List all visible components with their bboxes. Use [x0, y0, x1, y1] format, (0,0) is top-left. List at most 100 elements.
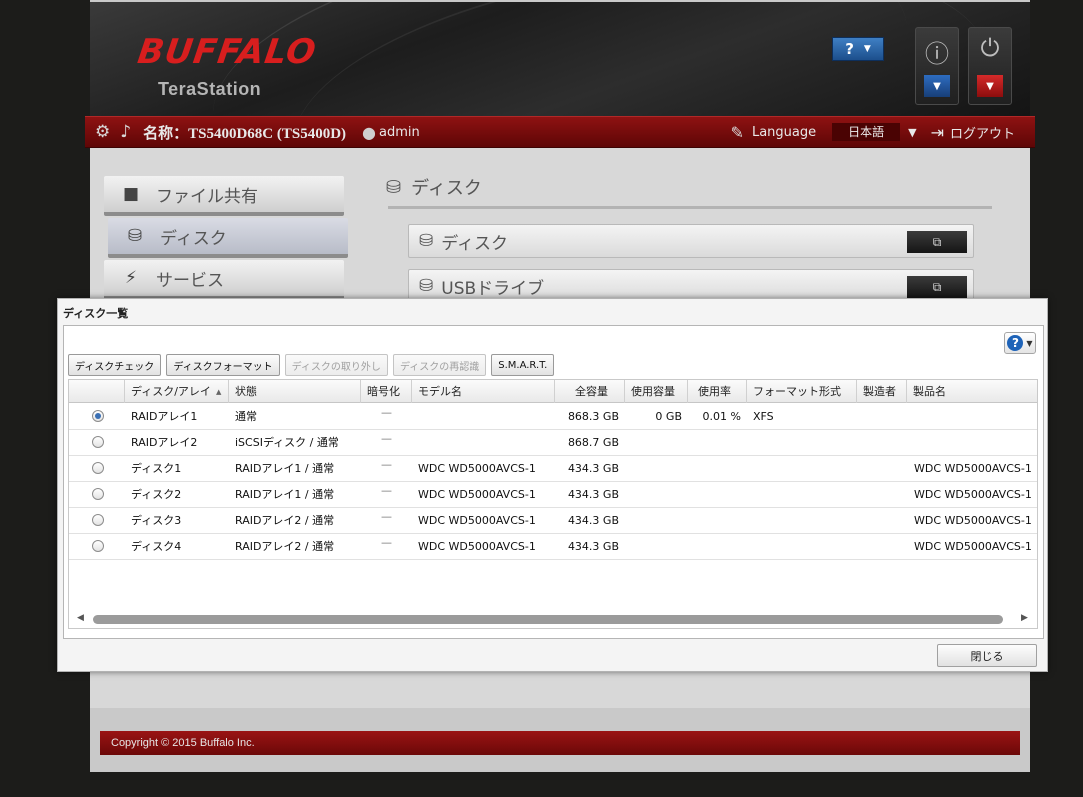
- close-button[interactable]: 閉じる: [937, 644, 1037, 667]
- cell-model: WDC WD5000AVCS-1: [418, 462, 536, 475]
- table-row[interactable]: ディスク2 RAIDアレイ1 / 通常 — WDC WD5000AVCS-1 4…: [69, 482, 1037, 508]
- cell-model: [418, 430, 555, 455]
- cell-name: ディスク4: [131, 540, 182, 553]
- sidebar-item-label: サービス: [156, 270, 224, 291]
- external-link-icon: ⧉: [932, 234, 942, 249]
- chevron-down-icon[interactable]: ▼: [977, 75, 1003, 97]
- column-header-maker[interactable]: 製造者: [857, 380, 907, 403]
- table-row[interactable]: ディスク4 RAIDアレイ2 / 通常 — WDC WD5000AVCS-1 4…: [69, 534, 1037, 560]
- scroll-right-icon[interactable]: ▶: [1021, 613, 1028, 623]
- cell-usage: [688, 456, 741, 481]
- disk-check-button[interactable]: ディスクチェック: [68, 354, 162, 376]
- column-header-encryption[interactable]: 暗号化: [361, 380, 412, 403]
- chevron-down-icon[interactable]: ▼: [924, 75, 950, 97]
- app-header: BUFFALO TeraStation ? ▼ ⓘ ▼ ⏻ ▼: [90, 2, 1030, 116]
- sidebar-item-file-share[interactable]: ■ ファイル共有: [104, 176, 344, 216]
- device-name: 名称：TS5400D68C (TS5400D): [143, 125, 347, 142]
- chevron-down-icon[interactable]: ▼: [908, 126, 916, 139]
- column-header-usage[interactable]: 使用率: [688, 380, 747, 403]
- row-radio-button[interactable]: [92, 410, 104, 422]
- help-button[interactable]: ? ▼: [1004, 332, 1036, 354]
- cell-maker: [863, 456, 907, 481]
- column-header-status[interactable]: 状態: [229, 380, 361, 403]
- sidebar-item-disk[interactable]: ⛁ ディスク: [108, 218, 348, 258]
- disk-remove-button[interactable]: ディスクの取り外し: [284, 354, 388, 376]
- logout-link[interactable]: ログアウト: [950, 123, 1015, 142]
- sort-ascending-icon: ▲: [215, 388, 222, 396]
- cell-capacity: 434.3 GB: [567, 488, 619, 501]
- cell-product: WDC WD5000AVCS-1: [914, 540, 1032, 553]
- cell-encryption: —: [381, 484, 392, 497]
- product-name: TeraStation: [158, 79, 262, 99]
- cell-maker: [863, 508, 907, 533]
- row-radio-button[interactable]: [92, 540, 104, 552]
- scrollbar-thumb[interactable]: [93, 615, 1003, 624]
- cell-maker: [863, 482, 907, 507]
- cell-used: [625, 430, 682, 455]
- help-icon: ?: [1007, 335, 1024, 351]
- row-radio-button[interactable]: [92, 514, 104, 526]
- disk-rescan-button[interactable]: ディスクの再認識: [392, 354, 487, 376]
- column-header-model[interactable]: モデル名: [412, 380, 555, 403]
- table-row[interactable]: ディスク3 RAIDアレイ2 / 通常 — WDC WD5000AVCS-1 4…: [69, 508, 1037, 534]
- cell-product: WDC WD5000AVCS-1: [914, 514, 1032, 527]
- column-header-used[interactable]: 使用容量: [625, 380, 688, 403]
- disk-format-button[interactable]: ディスクフォーマット: [166, 354, 280, 376]
- row-radio-button[interactable]: [92, 436, 104, 448]
- sidebar-item-label: ディスク: [160, 228, 227, 249]
- cell-name: ディスク3: [131, 514, 182, 527]
- cell-capacity: 868.3 GB: [567, 410, 619, 423]
- open-settings-button[interactable]: ⧉: [907, 231, 967, 253]
- scroll-left-icon[interactable]: ◀: [77, 613, 84, 623]
- cell-used: [625, 482, 682, 507]
- cell-model: WDC WD5000AVCS-1: [418, 540, 536, 553]
- cell-format: [753, 456, 857, 481]
- logout-icon[interactable]: ⇥: [931, 123, 944, 142]
- table-row[interactable]: RAIDアレイ1 通常 — 868.3 GB 0 GB 0.01 % XFS: [69, 404, 1037, 430]
- cell-maker: [863, 534, 907, 559]
- cell-usage: 0.01 %: [702, 410, 741, 423]
- gear-icon[interactable]: ⚙: [95, 122, 110, 142]
- column-header-name[interactable]: ディスク/アレイ ▲: [125, 380, 229, 403]
- cell-status: RAIDアレイ2 / 通常: [235, 514, 335, 527]
- cell-status: iSCSIディスク / 通常: [235, 436, 339, 449]
- smart-button[interactable]: S.M.A.R.T.: [491, 354, 555, 376]
- cell-capacity: 434.3 GB: [567, 540, 619, 553]
- cell-product: [914, 404, 1037, 429]
- horizontal-scrollbar[interactable]: ◀ ▶: [69, 611, 1037, 628]
- power-button[interactable]: ⏻ ▼: [968, 27, 1012, 105]
- database-icon: ⛁: [419, 231, 434, 251]
- cell-status: 通常: [235, 410, 257, 423]
- column-header-product[interactable]: 製品名: [907, 380, 1037, 403]
- column-header-format[interactable]: フォーマット形式: [747, 380, 857, 403]
- help-menu-button[interactable]: ? ▼: [832, 37, 884, 61]
- power-icon: ⏻: [980, 34, 1000, 62]
- user-menu[interactable]: ● admin: [362, 123, 420, 142]
- row-radio-button[interactable]: [92, 462, 104, 474]
- open-settings-button[interactable]: ⧉: [907, 276, 967, 298]
- user-name: admin: [379, 124, 420, 140]
- cell-format: XFS: [753, 410, 774, 423]
- row-radio-button[interactable]: [92, 488, 104, 500]
- cell-encryption: —: [381, 536, 392, 549]
- disk-table: ディスク/アレイ ▲ 状態 暗号化 モデル名 全容量 使用容量 使用率 フォーマッ…: [68, 379, 1038, 629]
- cell-format: [753, 482, 857, 507]
- cell-encryption: —: [381, 458, 392, 471]
- cell-model: WDC WD5000AVCS-1: [418, 514, 536, 527]
- language-label: Language: [751, 124, 817, 140]
- column-header-capacity[interactable]: 全容量: [555, 380, 625, 403]
- cell-status: RAIDアレイ2 / 通常: [235, 540, 335, 553]
- language-select[interactable]: 日本語: [832, 123, 901, 141]
- cell-usage: [688, 430, 741, 455]
- sidebar-item-service[interactable]: ⚡ サービス: [104, 260, 344, 300]
- table-row[interactable]: RAIDアレイ2 iSCSIディスク / 通常 — 868.7 GB: [69, 430, 1037, 456]
- cell-encryption: —: [381, 510, 392, 523]
- chevron-down-icon: ▼: [1026, 338, 1033, 348]
- database-icon: ⛁: [386, 176, 402, 198]
- table-row[interactable]: ディスク1 RAIDアレイ1 / 通常 — WDC WD5000AVCS-1 4…: [69, 456, 1037, 482]
- cell-used: [625, 508, 682, 533]
- divider: [388, 206, 992, 209]
- music-note-icon[interactable]: ♪: [120, 122, 131, 142]
- info-button[interactable]: ⓘ ▼: [915, 27, 959, 105]
- cell-name: ディスク1: [131, 462, 182, 475]
